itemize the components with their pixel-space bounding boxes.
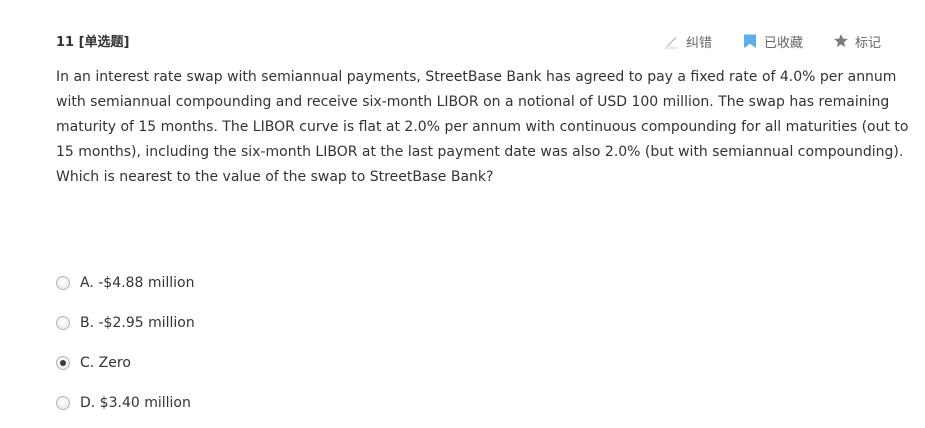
option-a-radio[interactable] — [56, 276, 70, 290]
option-d-label[interactable]: D. $3.40 million — [80, 395, 191, 411]
option-d[interactable]: D. $3.40 million — [56, 383, 195, 423]
option-b-radio[interactable] — [56, 316, 70, 330]
answer-options: A. -$4.88 million B. -$2.95 million C. Z… — [56, 263, 195, 423]
question-toolbar: 纠错 已收藏 标记 — [664, 31, 881, 51]
pencil-icon — [664, 33, 680, 49]
favorite-label: 已收藏 — [763, 35, 803, 51]
report-error-label: 纠错 — [685, 35, 712, 51]
report-error-button[interactable]: 纠错 — [664, 32, 712, 51]
question-number: 11 [单选题] — [56, 35, 130, 50]
option-a[interactable]: A. -$4.88 million — [56, 263, 195, 303]
question-header: 11 [单选题] 纠错 已收藏 标记 — [56, 31, 881, 51]
question-text: In an interest rate swap with semiannual… — [56, 69, 909, 185]
favorite-button[interactable]: 已收藏 — [742, 32, 803, 51]
option-d-radio[interactable] — [56, 396, 70, 410]
option-a-label[interactable]: A. -$4.88 million — [80, 275, 194, 291]
option-c[interactable]: C. Zero — [56, 343, 195, 383]
option-b[interactable]: B. -$2.95 million — [56, 303, 195, 343]
option-c-label[interactable]: C. Zero — [80, 355, 131, 371]
star-icon — [833, 33, 849, 49]
bookmark-icon — [742, 33, 758, 49]
option-b-label[interactable]: B. -$2.95 million — [80, 315, 195, 331]
mark-button[interactable]: 标记 — [833, 32, 881, 51]
option-c-radio[interactable] — [56, 356, 70, 370]
mark-label: 标记 — [854, 35, 881, 51]
